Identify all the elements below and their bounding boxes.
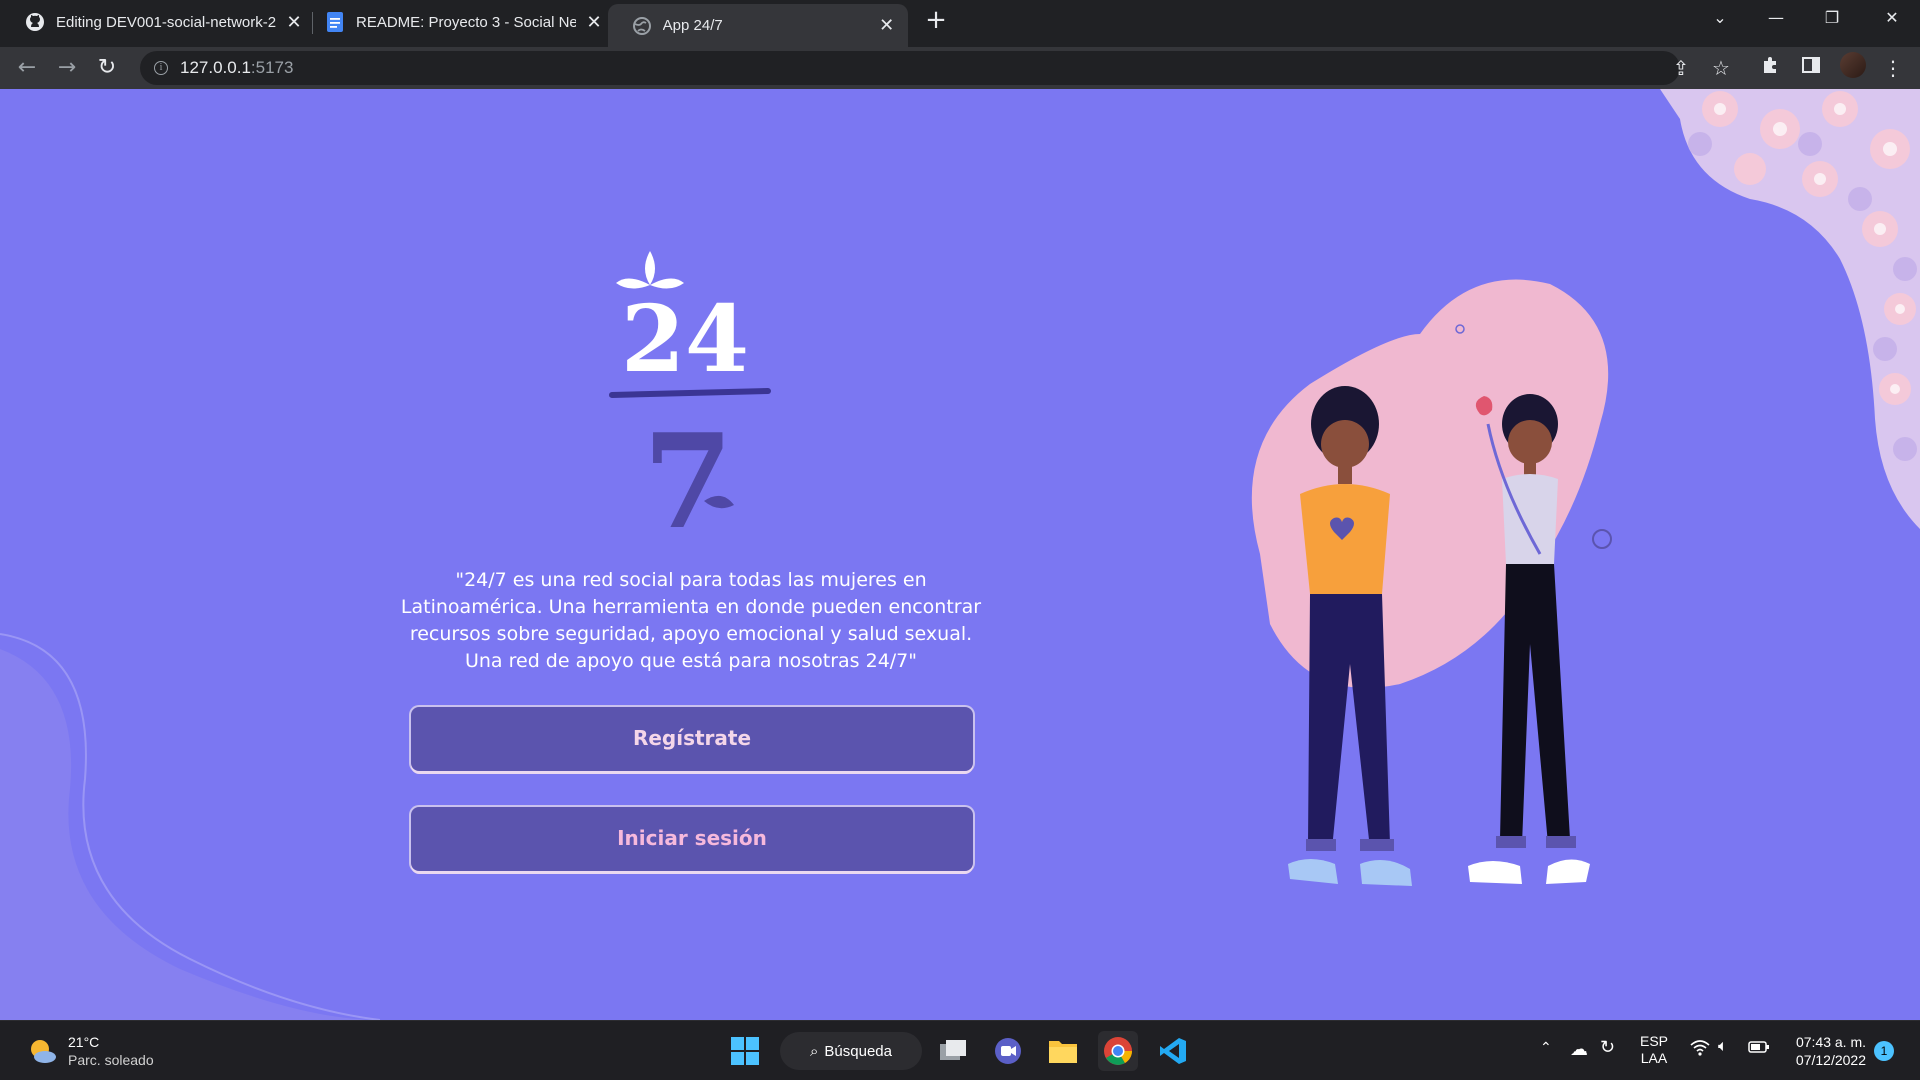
onedrive-cloud-icon[interactable]: ☁ — [1570, 1039, 1588, 1080]
restore-button[interactable]: ❐ — [1804, 0, 1860, 36]
extensions-puzzle-icon[interactable] — [1758, 55, 1784, 81]
taskbar-search-label: Búsqueda — [824, 1042, 892, 1060]
weather-widget[interactable]: 21°C Parc. soleado — [26, 1033, 154, 1069]
windows-start-button[interactable] — [725, 1031, 765, 1071]
lang-top: ESP — [1640, 1033, 1669, 1049]
kebab-menu-icon[interactable]: ⋮ — [1880, 55, 1906, 81]
tab-github-editing[interactable]: Editing DEV001-social-network-2 ✕ — [0, 0, 316, 44]
browser-tab-strip: Editing DEV001-social-network-2 ✕ README… — [0, 0, 1920, 47]
side-panel-icon[interactable] — [1798, 55, 1824, 81]
chevron-up-icon[interactable]: ⌃ — [1540, 1039, 1552, 1080]
tab-title: README: Proyecto 3 - Social Net — [356, 13, 576, 31]
windows-logo-icon — [731, 1037, 759, 1065]
windows-taskbar: 21°C Parc. soleado ⌕ Búsqueda ⌃ ☁ ↻ ESP … — [0, 1020, 1920, 1080]
notification-badge[interactable]: 1 — [1874, 1041, 1894, 1061]
file-explorer-icon[interactable] — [1043, 1031, 1083, 1071]
clock[interactable]: 07:43 a. m. 07/12/2022 — [1786, 1033, 1866, 1080]
google-docs-icon — [324, 11, 346, 33]
partly-sunny-icon — [31, 1040, 56, 1063]
taskbar-search[interactable]: ⌕ Búsqueda — [780, 1032, 922, 1070]
profile-avatar[interactable] — [1840, 52, 1866, 78]
minimize-button[interactable]: — — [1748, 0, 1804, 36]
forward-arrow-icon[interactable]: → — [52, 53, 82, 83]
globe-icon — [632, 15, 653, 37]
github-icon — [24, 11, 46, 33]
battery-icon[interactable] — [1748, 1039, 1770, 1080]
wifi-icon[interactable] — [1690, 1039, 1710, 1080]
back-arrow-icon[interactable]: ← — [12, 53, 42, 83]
search-icon: ⌕ — [810, 1042, 819, 1060]
chrome-taskbar-icon[interactable] — [1098, 1031, 1138, 1071]
reload-icon[interactable]: ↻ — [92, 53, 122, 83]
login-button[interactable]: Iniciar sesión — [411, 807, 973, 871]
decorative-flowers — [1660, 89, 1920, 529]
tab-app-247[interactable]: App 24/7 ✕ — [608, 4, 908, 47]
task-view-icon[interactable] — [933, 1031, 973, 1071]
close-icon[interactable]: ✕ — [584, 12, 604, 33]
page-viewport: 24 7 "24/7 es una red social para todas … — [0, 89, 1920, 1020]
register-button[interactable]: Regístrate — [411, 707, 973, 771]
tab-title: App 24/7 — [662, 17, 723, 34]
vscode-icon[interactable] — [1153, 1031, 1193, 1071]
close-icon[interactable]: ✕ — [877, 15, 896, 36]
url-port: :5173 — [250, 58, 294, 77]
teams-chat-icon[interactable] — [988, 1031, 1028, 1071]
language-indicator[interactable]: ESP LAA — [1640, 1033, 1668, 1080]
weather-temp: 21°C — [68, 1034, 100, 1050]
logo-24: 24 — [621, 285, 749, 393]
app-logo-247: 24 7 — [609, 251, 771, 539]
sync-icon[interactable]: ↻ — [1600, 1037, 1615, 1080]
browser-toolbar: ← → ↻ i 127.0.0.1:5173 ⇪ ☆ ⋮ — [0, 47, 1920, 89]
tab-search-chevron-icon[interactable]: ⌄ — [1692, 0, 1748, 36]
volume-icon[interactable]: 🔈︎ — [1718, 1038, 1728, 1080]
decorative-wave — [0, 633, 381, 1020]
tab-title: Editing DEV001-social-network-2 — [56, 13, 276, 31]
new-tab-button[interactable]: + — [922, 6, 950, 34]
lang-bottom: LAA — [1640, 1050, 1668, 1066]
women-illustration — [1251, 279, 1612, 886]
close-window-button[interactable]: ✕ — [1864, 0, 1920, 36]
share-icon[interactable]: ⇪ — [1668, 55, 1694, 81]
address-bar[interactable]: i 127.0.0.1:5173 — [140, 51, 1680, 85]
weather-condition: Parc. soleado — [68, 1052, 154, 1068]
tab-readme[interactable]: README: Proyecto 3 - Social Net ✕ — [300, 0, 616, 44]
url-host: 127.0.0.1 — [180, 58, 251, 77]
logo-7: 7 — [643, 405, 733, 539]
site-info-icon[interactable]: i — [154, 61, 168, 75]
bookmark-star-icon[interactable]: ☆ — [1708, 55, 1734, 81]
clock-date: 07/12/2022 — [1795, 1052, 1866, 1068]
clock-time: 07:43 a. m. — [1795, 1034, 1866, 1050]
app-description: "24/7 es una red social para todas las m… — [400, 569, 982, 672]
